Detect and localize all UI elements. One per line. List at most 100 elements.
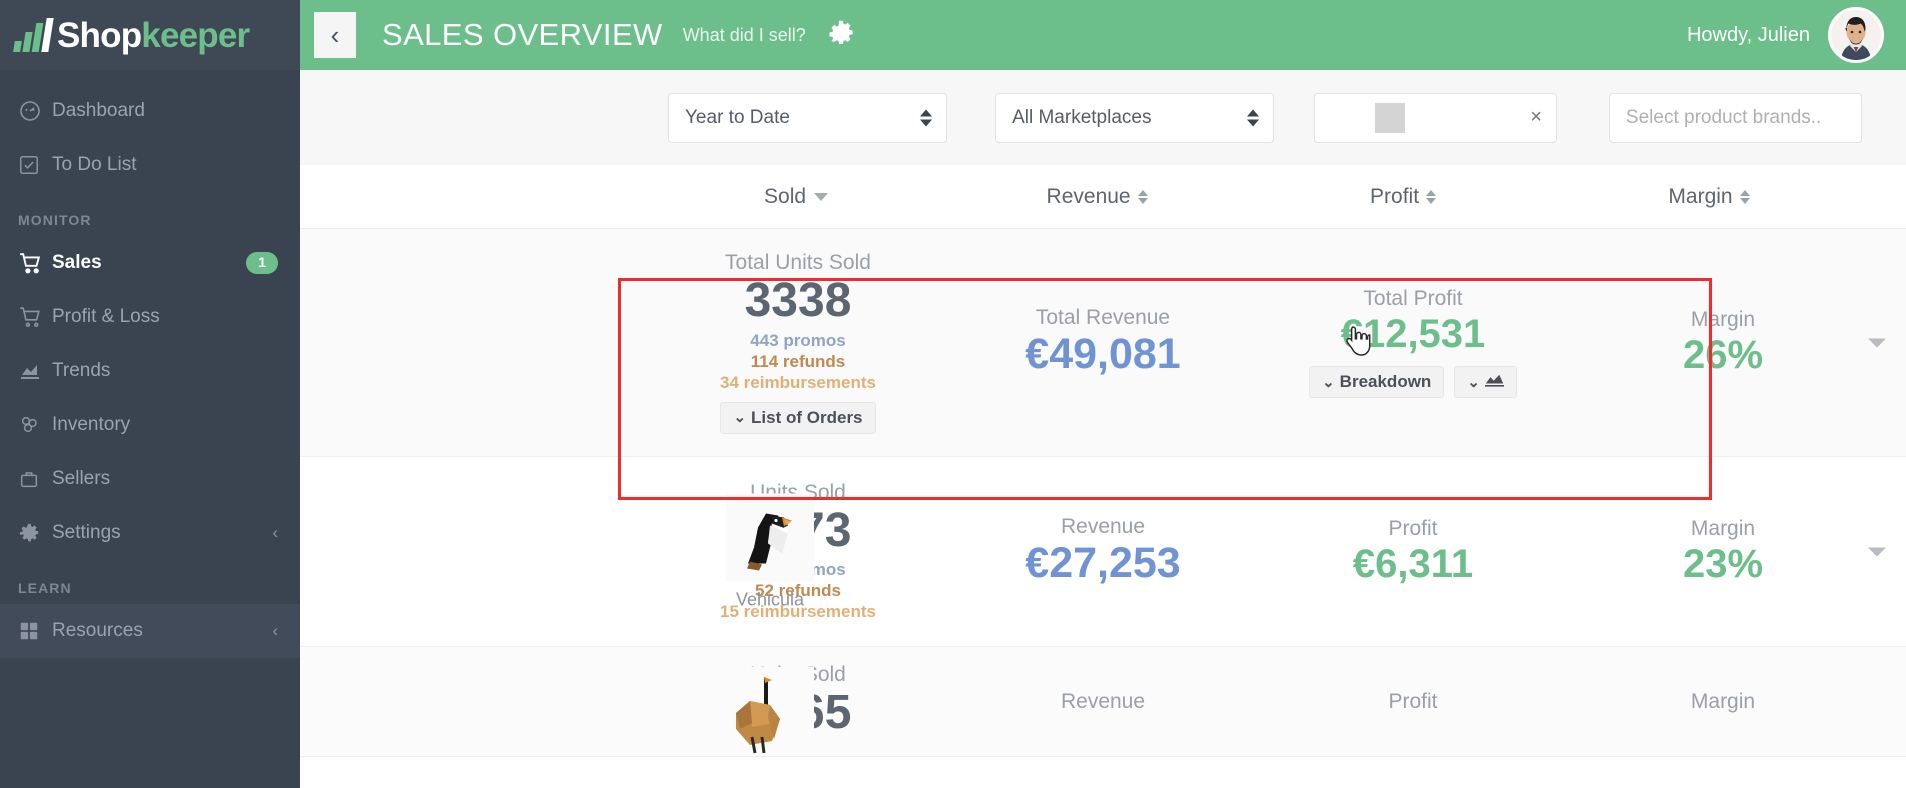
ostrich-origami-icon (726, 667, 814, 755)
date-range-value: Year to Date (685, 106, 790, 128)
sidebar-item-inventory[interactable]: Inventory (0, 398, 300, 452)
totals-profit-value: €12,531 (1340, 312, 1486, 356)
sidebar-item-label: Inventory (52, 414, 131, 435)
top-header-bar: ‹ SALES OVERVIEW What did I sell? Howdy,… (300, 0, 1906, 70)
sidebar-item-label: Resources (52, 620, 143, 641)
totals-sold-value: 3338 (744, 274, 852, 328)
double-chevron-down-icon: ⌄ (733, 409, 746, 427)
row-profit-cell: Profit €6,311 (1258, 517, 1568, 587)
sort-updown-icon (1739, 189, 1750, 204)
sidebar: Shopkeeper Dashboard To Do List MONITOR … (0, 0, 300, 788)
sidebar-item-dashboard[interactable]: Dashboard (0, 84, 300, 138)
sidebar-section-learn: LEARN (18, 580, 72, 596)
product-thumbnail-cell (720, 667, 820, 755)
breakdown-button[interactable]: ⌄ Breakdown (1309, 366, 1445, 398)
row-profit-label: Profit (1388, 689, 1438, 713)
shopping-cart-icon (18, 305, 52, 330)
sales-badge-count: 1 (246, 252, 278, 274)
sidebar-section-monitor: MONITOR (18, 212, 92, 228)
sidebar-item-resources[interactable]: Resources ‹ (0, 604, 300, 658)
row-profit-label: Profit (1388, 516, 1438, 540)
row-margin-label: Margin (1690, 689, 1756, 713)
row-revenue-cell: Revenue €27,253 (948, 515, 1258, 588)
sidebar-item-label: Profit & Loss (52, 306, 160, 327)
sidebar-item-to-do-list[interactable]: To Do List (0, 138, 300, 192)
totals-sold-label: Total Units Sold (725, 251, 871, 275)
filter-bar: Year to Date All Marketplaces × Select p… (300, 70, 1906, 165)
table-row: Vehicula Units Sold 1873 189 promos 52 r… (300, 457, 1906, 647)
page-subtitle: What did I sell? (682, 24, 806, 45)
row-revenue-label: Revenue (1060, 689, 1146, 713)
row-revenue-value: €27,253 (1025, 538, 1181, 587)
content-panel: Year to Date All Marketplaces × Select p… (300, 70, 1906, 788)
boxes-icon (18, 413, 52, 437)
clear-x-icon[interactable]: × (1530, 106, 1542, 129)
loading-placeholder (1375, 102, 1406, 133)
totals-revenue-label: Total Revenue (1035, 305, 1171, 329)
date-range-select[interactable]: Year to Date (668, 92, 948, 143)
puffin-origami-icon (726, 493, 814, 581)
sidebar-item-settings[interactable]: Settings ‹ (0, 506, 300, 560)
sidebar-item-profit-loss[interactable]: Profit & Loss (0, 290, 300, 344)
bar-chart-logo-icon (13, 18, 54, 52)
sort-updown-icon (1137, 189, 1148, 204)
totals-margin-label: Margin (1690, 307, 1756, 331)
list-of-orders-button[interactable]: ⌄ List of Orders (720, 401, 876, 434)
table-row-totals: Total Units Sold 3338 443 promos 114 ref… (300, 229, 1906, 457)
brands-select[interactable]: Select product brands.. (1608, 92, 1862, 143)
logo-text-secondary: keeper (141, 15, 250, 55)
sidebar-item-label: Trends (52, 360, 111, 381)
totals-promos: 443 promos (750, 330, 846, 350)
double-chevron-down-icon: ⌄ (1322, 373, 1335, 391)
app-logo[interactable]: Shopkeeper (0, 0, 300, 70)
sidebar-item-label: Sales (52, 252, 102, 273)
column-header-label: Profit (1370, 184, 1420, 208)
product-search-input[interactable]: × (1314, 92, 1557, 143)
page-title: SALES OVERVIEW (382, 17, 663, 52)
sidebar-collapse-button[interactable]: ‹ (314, 12, 356, 58)
list-of-orders-label: List of Orders (751, 407, 863, 427)
column-header-label: Revenue (1046, 184, 1131, 208)
totals-reimbursements: 34 reimbursements (720, 372, 876, 392)
column-header-sold[interactable]: Sold (648, 185, 944, 209)
sidebar-item-sales[interactable]: Sales 1 (0, 236, 300, 290)
totals-margin-value: 26% (1682, 332, 1764, 377)
row-profit-cell: Profit (1258, 690, 1568, 714)
totals-revenue-cell: Total Revenue €49,081 (948, 306, 1258, 379)
avatar[interactable] (1828, 7, 1884, 63)
table-row: Units Sold 1465 Revenue Profit Margin (300, 647, 1906, 757)
user-avatar-illustration (1831, 10, 1881, 60)
column-header-label: Margin (1668, 184, 1733, 208)
app-root: Shopkeeper Dashboard To Do List MONITOR … (0, 0, 1906, 788)
breakdown-label: Breakdown (1339, 372, 1432, 391)
column-header-label: Sold (764, 184, 807, 208)
totals-refunds: 114 refunds (750, 351, 846, 371)
row-margin-value: 23% (1682, 541, 1764, 586)
marketplace-select[interactable]: All Marketplaces (995, 92, 1275, 143)
marketplace-value: All Marketplaces (1012, 106, 1152, 128)
column-header-profit[interactable]: Profit (1250, 185, 1556, 209)
product-thumbnail-cell: Vehicula (720, 493, 820, 610)
totals-profit-cell: Total Profit €12,531 ⌄ Breakdown ⌄ (1258, 287, 1568, 398)
updown-spinner-icon (1247, 109, 1260, 126)
column-header-margin[interactable]: Margin (1556, 185, 1862, 209)
gear-icon (826, 18, 856, 53)
sidebar-nav: Dashboard To Do List MONITOR Sales 1 Pro… (0, 70, 300, 658)
header-settings-button[interactable] (826, 18, 856, 53)
row-profit-value: €6,311 (1352, 541, 1474, 586)
totals-margin-cell: Margin 26% (1568, 308, 1878, 378)
sidebar-item-trends[interactable]: Trends (0, 344, 300, 398)
caret-down-icon (814, 192, 829, 201)
profit-chart-button[interactable]: ⌄ (1454, 366, 1517, 398)
column-header-revenue[interactable]: Revenue (944, 185, 1250, 209)
row-revenue-label: Revenue (1060, 514, 1146, 538)
totals-profit-actions: ⌄ Breakdown ⌄ (1309, 366, 1517, 398)
checkbox-icon (18, 154, 52, 176)
shopping-cart-icon (18, 251, 52, 276)
row-expand-caret[interactable] (1868, 338, 1886, 347)
chevron-left-icon: ‹ (330, 19, 340, 50)
product-name: Vehicula (735, 589, 805, 609)
sidebar-item-sellers[interactable]: Sellers (0, 452, 300, 506)
row-margin-label: Margin (1690, 516, 1756, 540)
row-expand-caret[interactable] (1868, 547, 1886, 556)
